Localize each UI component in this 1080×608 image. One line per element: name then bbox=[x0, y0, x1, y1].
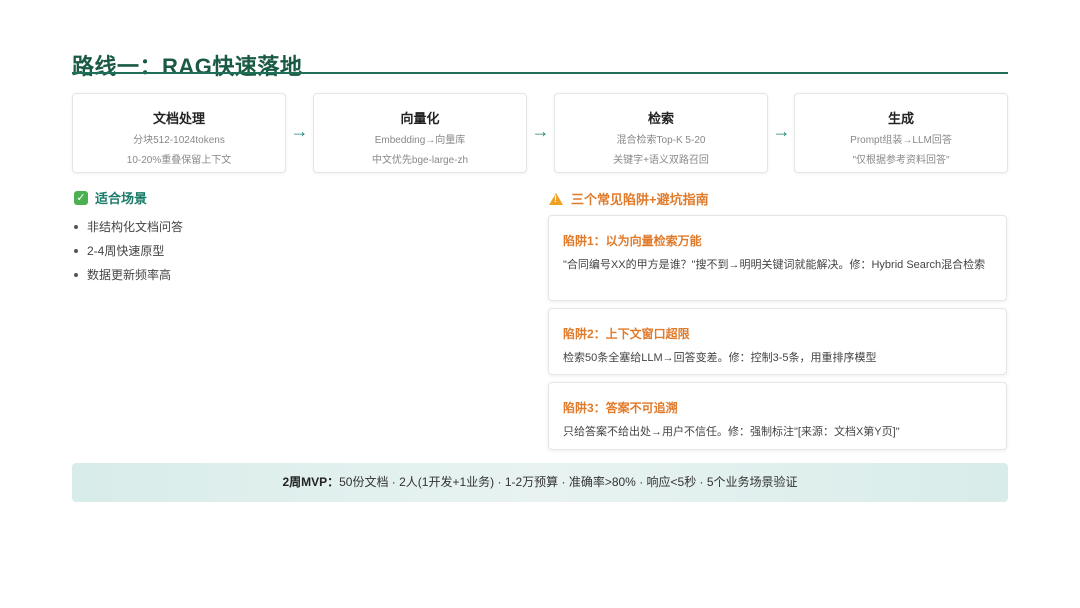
pitfalls-heading: 三个常见陷阱+避坑指南 bbox=[549, 189, 709, 208]
warning-icon bbox=[549, 192, 563, 205]
step-title: 文档处理 bbox=[152, 111, 205, 126]
list-item: 2-4周快速原型 bbox=[74, 243, 183, 267]
pitfall-card-2: 陷阱2：上下文窗口超限 检索50条全塞给LLM→回答变差。修：控制3-5条，用重… bbox=[548, 308, 1007, 375]
arrow-right-icon: → bbox=[290, 121, 309, 141]
list-item: 非结构化文档问答 bbox=[74, 219, 183, 243]
step-detail: 中文优先bge-large-zh bbox=[371, 155, 469, 166]
step-document-processing: 文档处理 分块512-1024tokens 10-20%重叠保留上下文 bbox=[72, 93, 286, 173]
fit-scenarios-list: 非结构化文档问答 2-4周快速原型 数据更新频率高 bbox=[74, 219, 183, 291]
pitfall-card-1: 陷阱1：以为向量检索万能 "合同编号XX的甲方是谁？"搜不到→明明关键词就能解决… bbox=[548, 215, 1007, 301]
step-detail: 关键字+语义双路召回 bbox=[613, 155, 709, 166]
step-detail: Embedding→向量库 bbox=[374, 135, 466, 146]
step-generation: 生成 Prompt组装→LLM回答 "仅根据参考资料回答" bbox=[794, 93, 1008, 173]
list-item: 数据更新频率高 bbox=[74, 267, 183, 291]
arrow-right-icon: → bbox=[531, 121, 550, 141]
check-icon: ✓ bbox=[74, 190, 88, 205]
step-title: 生成 bbox=[887, 111, 914, 126]
pipeline-flow: 文档处理 分块512-1024tokens 10-20%重叠保留上下文 → 向量… bbox=[72, 93, 1008, 173]
mvp-summary-banner: 2周MVP：50份文档 · 2人(1开发+1业务) · 1-2万预算 · 准确率… bbox=[72, 463, 1008, 502]
pitfall-title: 陷阱1：以为向量检索万能 bbox=[563, 234, 702, 248]
mvp-text: 50份文档 · 2人(1开发+1业务) · 1-2万预算 · 准确率>80% ·… bbox=[339, 475, 798, 489]
step-vectorization: 向量化 Embedding→向量库 中文优先bge-large-zh bbox=[313, 93, 527, 173]
step-detail: 混合检索Top-K 5-20 bbox=[616, 135, 706, 146]
step-detail: 10-20%重叠保留上下文 bbox=[126, 155, 232, 166]
step-detail: "仅根据参考资料回答" bbox=[852, 155, 950, 166]
pitfall-body: 检索50条全塞给LLM→回答变差。修：控制3-5条，用重排序模型 bbox=[563, 352, 877, 364]
step-title: 向量化 bbox=[400, 111, 440, 126]
pitfall-body: "合同编号XX的甲方是谁？"搜不到→明明关键词就能解决。修：Hybrid Sea… bbox=[563, 259, 986, 271]
fit-scenarios-heading: ✓ 适合场景 bbox=[74, 188, 147, 207]
pitfall-title: 陷阱2：上下文窗口超限 bbox=[563, 327, 690, 341]
pitfall-title: 陷阱3：答案不可追溯 bbox=[563, 401, 678, 415]
pitfall-card-3: 陷阱3：答案不可追溯 只给答案不给出处→用户不信任。修：强制标注"[来源：文档X… bbox=[548, 382, 1007, 450]
step-detail: Prompt组装→LLM回答 bbox=[850, 135, 952, 146]
step-retrieval: 检索 混合检索Top-K 5-20 关键字+语义双路召回 bbox=[554, 93, 768, 173]
pitfalls-heading-text: 三个常见陷阱+避坑指南 bbox=[571, 192, 709, 207]
fit-heading-text: 适合场景 bbox=[95, 191, 148, 206]
arrow-right-icon: → bbox=[772, 121, 791, 141]
step-title: 检索 bbox=[647, 111, 674, 126]
pitfall-body: 只给答案不给出处→用户不信任。修：强制标注"[来源：文档X第Y页]" bbox=[563, 426, 900, 438]
title-underline bbox=[72, 72, 1008, 74]
mvp-label: 2周MVP： bbox=[282, 475, 340, 489]
page-title: 路线一：RAG快速落地 bbox=[72, 54, 303, 79]
step-detail: 分块512-1024tokens bbox=[133, 135, 225, 146]
